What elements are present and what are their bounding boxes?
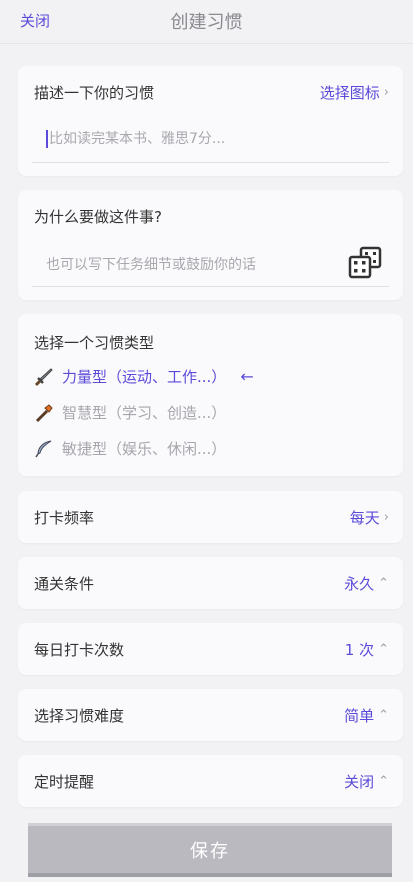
daily-count-label: 每日打卡次数 [34, 641, 125, 659]
completion-value-text: 永久 [344, 575, 375, 593]
frequency-label: 打卡频率 [34, 509, 95, 527]
type-option-strength-label: 力量型（运动、工作...） [62, 368, 227, 386]
selected-arrow-icon: ← [240, 367, 254, 386]
staff-icon [35, 403, 53, 422]
type-option-agility[interactable]: 敏捷型（娱乐、休闲...） [34, 438, 226, 459]
why-divider [32, 286, 389, 287]
daily-count-value-text: 1 次 [344, 641, 375, 659]
daily-count-row[interactable]: 每日打卡次数 1 次 ⌃ [18, 623, 403, 675]
describe-habit-label: 描述一下你的习惯 [34, 84, 155, 102]
difficulty-label: 选择习惯难度 [34, 707, 125, 725]
difficulty-value-text: 简单 [344, 707, 375, 725]
why-placeholder: 也可以写下任务细节或鼓励你的话 [46, 257, 256, 273]
why-card: 为什么要做这件事? 也可以写下任务细节或鼓励你的话 [18, 190, 403, 300]
habit-name-placeholder: 比如读完某本书、雅思7分... [49, 131, 226, 147]
choose-icon-label: 选择图标 [319, 84, 380, 102]
reminder-value[interactable]: 关闭 ⌃ [344, 771, 389, 792]
page-title: 创建习惯 [170, 12, 243, 33]
difficulty-value[interactable]: 简单 ⌃ [344, 705, 389, 726]
reminder-row[interactable]: 定时提醒 关闭 ⌃ [18, 755, 403, 807]
habit-type-label: 选择一个习惯类型 [34, 334, 155, 352]
why-input[interactable]: 也可以写下任务细节或鼓励你的话 [46, 254, 256, 274]
reminder-label: 定时提醒 [34, 773, 95, 791]
sword-icon [34, 367, 53, 386]
type-option-strength[interactable]: 力量型（运动、工作...） ← [34, 366, 254, 387]
reminder-value-text: 关闭 [344, 773, 375, 791]
type-option-agility-label: 敏捷型（娱乐、休闲...） [62, 440, 227, 458]
habit-type-card: 选择一个习惯类型 力量型（运动、工作...） ← 智慧型（学习、创造...） 敏… [18, 314, 403, 476]
completion-row[interactable]: 通关条件 永久 ⌃ [18, 557, 403, 609]
chevron-right-icon: › [383, 510, 389, 525]
save-button[interactable]: 保存 [28, 823, 392, 877]
frequency-value[interactable]: 每天 › [350, 507, 389, 528]
feather-icon [35, 440, 52, 457]
daily-count-value[interactable]: 1 次 ⌃ [345, 639, 389, 660]
habit-name-input[interactable]: 比如读完某本书、雅思7分... [46, 128, 225, 148]
dice-icon[interactable] [347, 246, 383, 280]
completion-value[interactable]: 永久 ⌃ [344, 573, 389, 594]
chevron-up-icon: ⌃ [378, 642, 389, 657]
chevron-up-icon: ⌃ [378, 708, 389, 723]
type-option-wisdom[interactable]: 智慧型（学习、创造...） [34, 402, 226, 423]
frequency-row[interactable]: 打卡频率 每天 › [18, 491, 403, 543]
chevron-up-icon: ⌃ [378, 576, 389, 591]
text-caret [46, 130, 48, 148]
frequency-value-text: 每天 [349, 509, 380, 527]
chevron-up-icon: ⌃ [378, 774, 389, 789]
completion-label: 通关条件 [34, 575, 95, 593]
top-bar: 关闭 创建习惯 [0, 0, 413, 44]
chevron-right-icon: › [383, 85, 389, 100]
type-option-wisdom-label: 智慧型（学习、创造...） [62, 404, 227, 422]
describe-habit-card: 描述一下你的习惯 选择图标 › 比如读完某本书、雅思7分... [18, 66, 403, 176]
difficulty-row[interactable]: 选择习惯难度 简单 ⌃ [18, 689, 403, 741]
input-divider [32, 162, 389, 163]
choose-icon-button[interactable]: 选择图标 › [320, 82, 389, 103]
why-label: 为什么要做这件事? [34, 208, 162, 226]
